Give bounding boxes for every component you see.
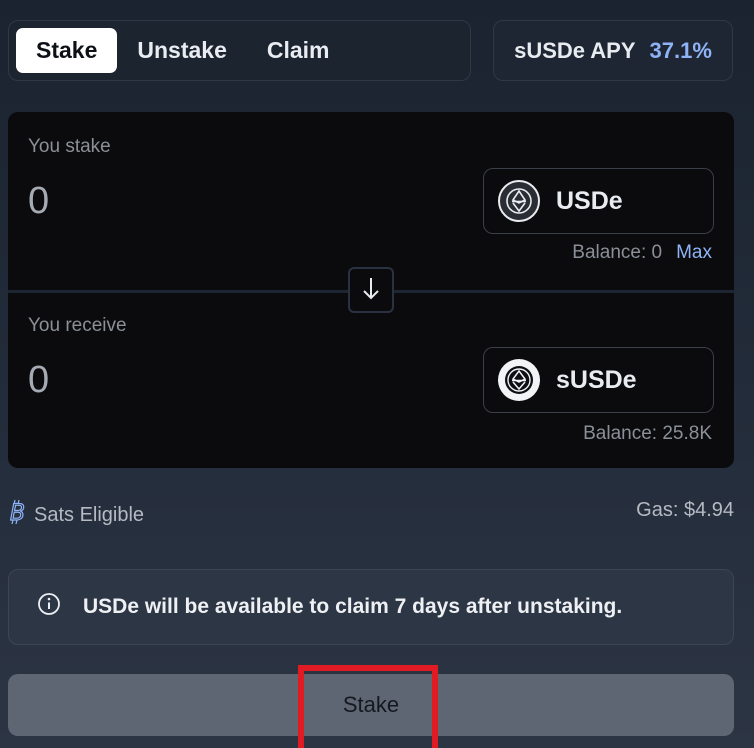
stake-token-symbol: USDe <box>556 186 623 215</box>
notice-text: USDe will be available to claim 7 days a… <box>83 595 623 618</box>
stake-token-selector[interactable]: USDe <box>483 168 714 234</box>
sats-eligible: B Sats Eligible <box>8 499 144 531</box>
tab-claim[interactable]: Claim <box>247 28 350 73</box>
receive-token-symbol: sUSDe <box>556 365 637 394</box>
ethena-susde-icon <box>498 359 540 401</box>
receive-amount: 0 <box>28 359 50 401</box>
stake-balance: Balance: 0 <box>572 242 663 263</box>
stake-button[interactable]: Stake <box>8 674 734 736</box>
stake-amount-input[interactable]: 0 <box>28 180 49 223</box>
receive-balance: Balance: 25.8K <box>583 423 712 444</box>
stake-balance-row: Balance: 0 Max <box>572 242 712 264</box>
sats-eligible-label: Sats Eligible <box>34 503 145 526</box>
swap-panel: You stake 0 USDe Balance: 0 Max You rece… <box>8 112 734 468</box>
apy-badge: sUSDe APY 37.1% <box>493 20 733 81</box>
unstake-notice: USDe will be available to claim 7 days a… <box>8 569 734 645</box>
max-button[interactable]: Max <box>676 242 712 264</box>
arrow-down-icon <box>360 275 382 306</box>
receive-balance-row: Balance: 25.8K <box>583 423 712 445</box>
apy-value: 37.1% <box>649 37 712 63</box>
tab-unstake[interactable]: Unstake <box>117 28 246 73</box>
bitcoin-icon: B <box>8 499 28 531</box>
tab-stake[interactable]: Stake <box>16 28 118 73</box>
info-icon <box>37 592 61 622</box>
receive-label: You receive <box>28 315 127 336</box>
tab-bar: Stake Unstake Claim <box>8 20 471 81</box>
swap-direction-button[interactable] <box>348 267 394 313</box>
stake-label: You stake <box>28 136 111 157</box>
ethena-usde-icon <box>498 180 540 222</box>
stake-button-label: Stake <box>342 692 400 717</box>
receive-token-selector[interactable]: sUSDe <box>483 347 714 413</box>
apy-label: sUSDe APY <box>514 37 636 63</box>
gas-fee: Gas: $4.94 <box>636 499 734 521</box>
